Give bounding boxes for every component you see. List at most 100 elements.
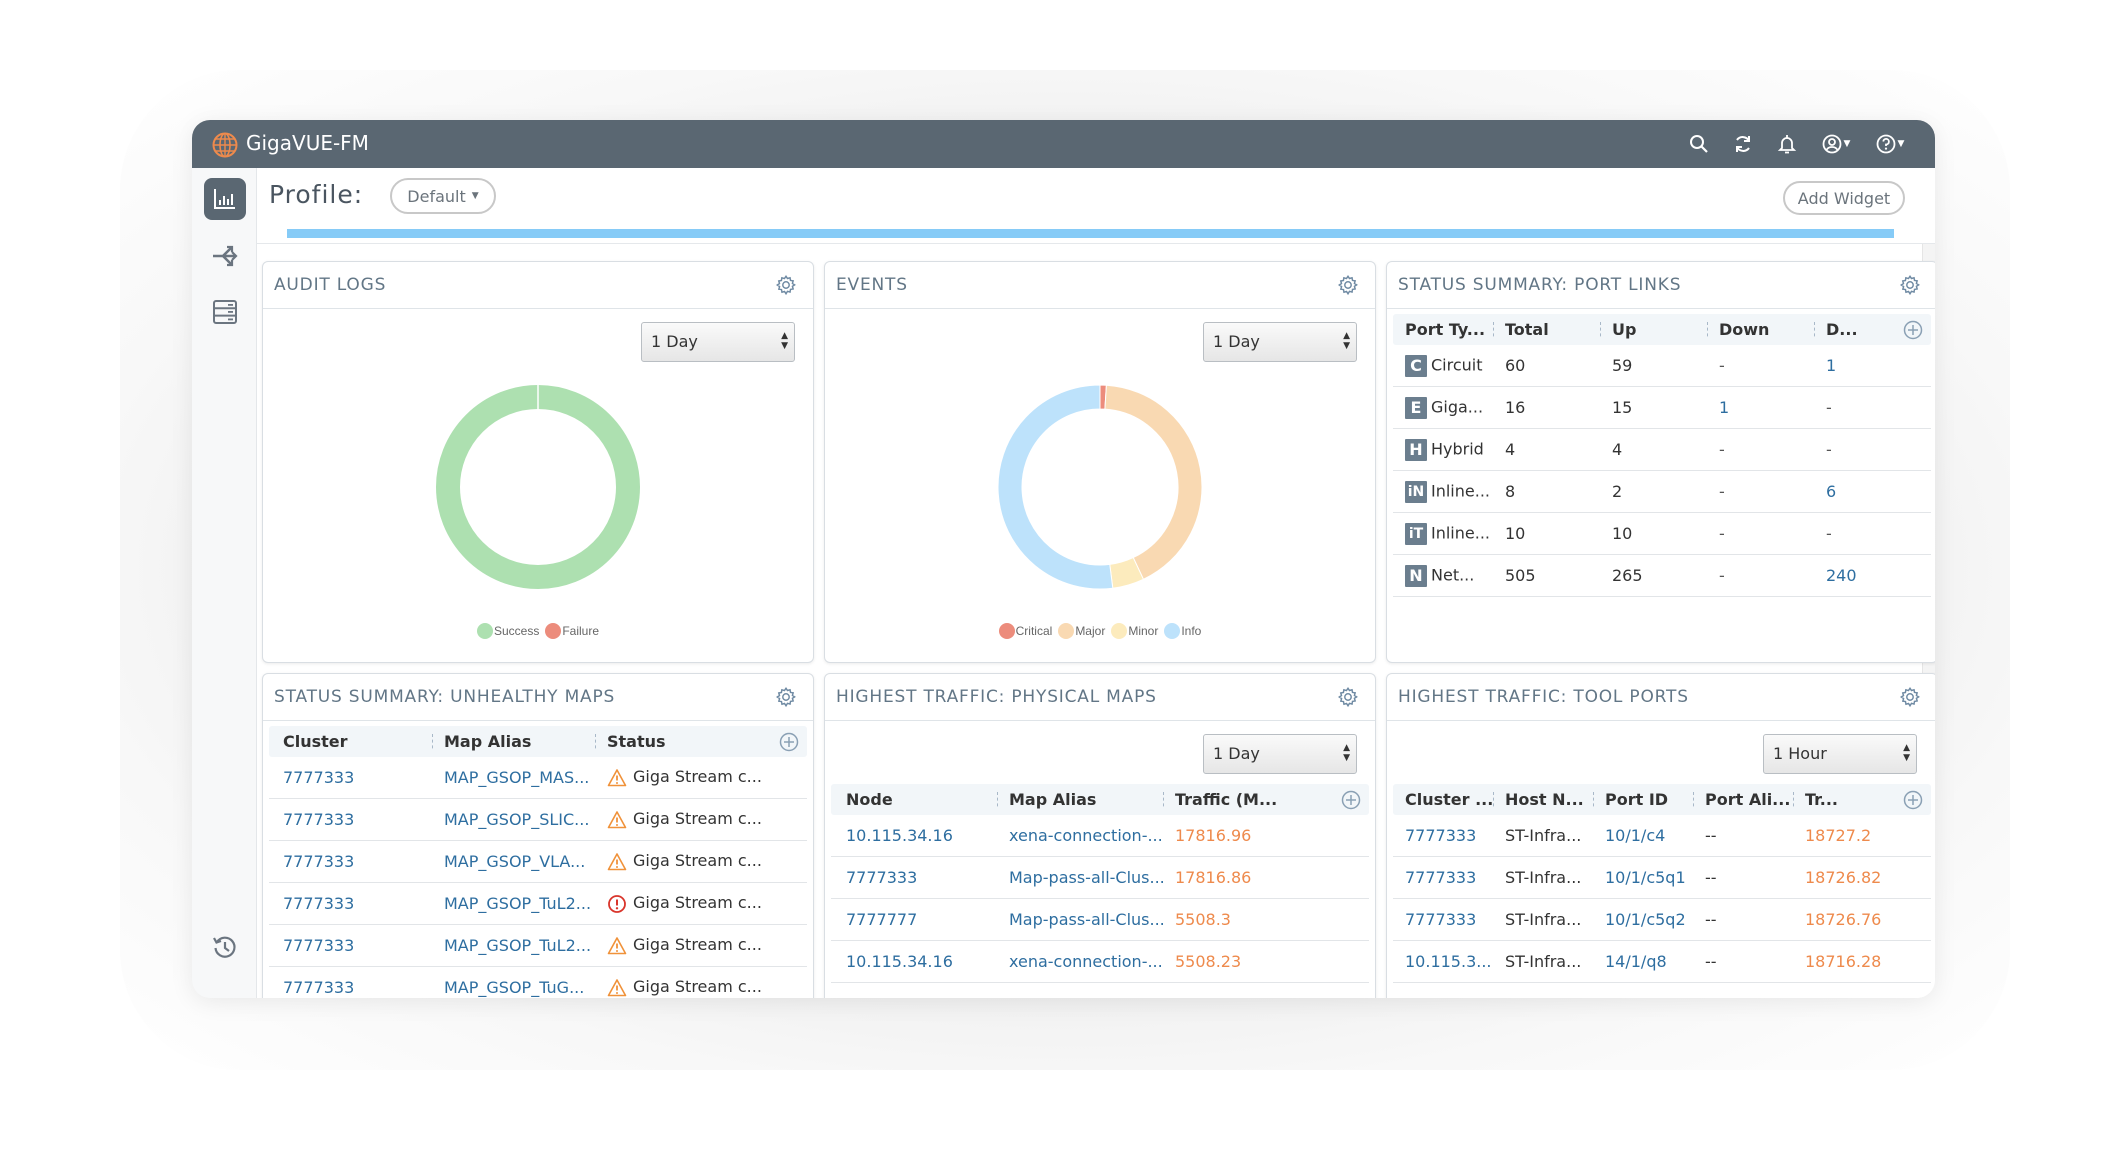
donut-slice-major[interactable] — [1104, 384, 1203, 580]
port-id-link[interactable]: 10/1/c5q1 — [1593, 868, 1693, 887]
table-row[interactable]: 7777333 MAP_GSOP_TuL2... Giga Stream c... — [269, 925, 807, 967]
port-id-link[interactable]: 10/1/c5q2 — [1593, 910, 1693, 929]
audit-logs-range-select[interactable]: 1 Day ▲ ▼ — [641, 322, 795, 362]
gear-icon[interactable] — [1337, 274, 1359, 296]
table-row[interactable]: iN Inline... 8 2 - 6 — [1393, 471, 1931, 513]
node-link[interactable]: 7777777 — [831, 910, 997, 929]
gear-icon[interactable] — [1337, 686, 1359, 708]
cluster-link[interactable]: 7777333 — [269, 978, 432, 997]
map-alias-link[interactable]: MAP_GSOP_TuG... — [432, 978, 595, 997]
gear-icon[interactable] — [775, 274, 797, 296]
column-header[interactable]: Traffic (M... — [1163, 790, 1283, 809]
port-id-link[interactable]: 10/1/c4 — [1593, 826, 1693, 845]
tool-ports-range-select[interactable]: 1 Hour ▲ ▼ — [1763, 734, 1917, 774]
cluster-link[interactable]: 7777333 — [269, 768, 432, 787]
node-link[interactable]: 10.115.34.16 — [831, 826, 997, 845]
notifications-button[interactable] — [1775, 132, 1799, 156]
column-header[interactable]: Port Ty... — [1393, 320, 1493, 339]
search-button[interactable] — [1687, 132, 1711, 156]
gear-icon[interactable] — [775, 686, 797, 708]
table-row[interactable]: 7777333 MAP_GSOP_SLIC... Giga Stream c... — [269, 799, 807, 841]
add-column-icon[interactable] — [1341, 790, 1361, 810]
column-header[interactable]: Tr... — [1793, 790, 1853, 809]
legend-item-minor[interactable]: Minor — [1111, 623, 1158, 639]
column-header[interactable]: Map Alias — [997, 790, 1163, 809]
cluster-link[interactable]: 7777333 — [1393, 826, 1493, 845]
map-alias-link[interactable]: xena-connection-... — [997, 952, 1163, 971]
legend-item-info[interactable]: Info — [1164, 623, 1201, 639]
column-header[interactable]: Cluster — [269, 732, 432, 751]
table-row[interactable]: 7777333 ST-Infra... 10/1/c5q1 -- 18726.82 — [1393, 857, 1931, 899]
table-row[interactable]: 7777333 Map-pass-all-Clus... 17816.86 — [831, 857, 1369, 899]
map-alias-link[interactable]: Map-pass-all-Clus... — [997, 868, 1163, 887]
map-alias-link[interactable]: MAP_GSOP_SLIC... — [432, 810, 595, 829]
map-alias-link[interactable]: MAP_GSOP_TuL2... — [432, 894, 595, 913]
legend-item-critical[interactable]: Critical — [998, 623, 1052, 639]
donut-slice-success[interactable] — [436, 385, 640, 589]
sidebar-item-history[interactable] — [204, 926, 246, 968]
column-header[interactable]: Host N... — [1493, 790, 1593, 809]
down-cell[interactable]: 1 — [1707, 398, 1814, 417]
table-row[interactable]: 10.115.34.16 xena-connection-... 5508.23 — [831, 941, 1369, 983]
table-row[interactable]: E Giga... 16 15 1- — [1393, 387, 1931, 429]
map-alias-link[interactable]: MAP_GSOP_MAS... — [432, 768, 595, 787]
cluster-link[interactable]: 7777333 — [1393, 868, 1493, 887]
table-row[interactable]: 7777777 Map-pass-all-Clus... 5508.3 — [831, 899, 1369, 941]
node-link[interactable]: 7777333 — [831, 868, 997, 887]
table-row[interactable]: C Circuit 60 59 - 1 — [1393, 345, 1931, 387]
table-row[interactable]: 10.115.3... ST-Infra... 14/1/q8 -- 18716.28 — [1393, 941, 1931, 983]
add-widget-button[interactable]: Add Widget — [1783, 181, 1905, 215]
column-header[interactable]: Port ID — [1593, 790, 1693, 809]
sidebar-item-inventory[interactable] — [204, 291, 246, 333]
events-range-select[interactable]: 1 Day ▲ ▼ — [1203, 322, 1357, 362]
column-header[interactable]: Total — [1493, 320, 1600, 339]
table-row[interactable]: 7777333 MAP_GSOP_TuL2... Giga Stream c... — [269, 883, 807, 925]
table-row[interactable]: 7777333 MAP_GSOP_VLA... Giga Stream c... — [269, 841, 807, 883]
table-row[interactable]: H Hybrid 4 4 - - — [1393, 429, 1931, 471]
column-header[interactable]: Map Alias — [432, 732, 595, 751]
physical-maps-range-select[interactable]: 1 Day ▲ ▼ — [1203, 734, 1357, 774]
table-row[interactable]: N Net... 505 265 - 240 — [1393, 555, 1931, 597]
gear-icon[interactable] — [1899, 274, 1921, 296]
user-menu-button[interactable]: ▼ — [1819, 132, 1853, 156]
cluster-link[interactable]: 7777333 — [269, 936, 432, 955]
table-row[interactable]: 7777333 MAP_GSOP_MAS... Giga Stream c... — [269, 757, 807, 799]
table-row[interactable]: iT Inline... 10 10 - - — [1393, 513, 1931, 555]
add-column-icon[interactable] — [1903, 320, 1923, 340]
d-cell[interactable]: 1 — [1814, 356, 1894, 375]
table-row[interactable]: 10.115.34.16 xena-connection-... 17816.96 — [831, 815, 1369, 857]
cluster-link[interactable]: 10.115.3... — [1393, 952, 1493, 971]
d-cell[interactable]: 6 — [1814, 482, 1894, 501]
refresh-button[interactable] — [1731, 132, 1755, 156]
cluster-link[interactable]: 7777333 — [269, 810, 432, 829]
column-header[interactable]: Up — [1600, 320, 1707, 339]
sidebar-item-dashboard[interactable] — [204, 178, 246, 220]
cluster-link[interactable]: 7777333 — [269, 894, 432, 913]
column-header[interactable]: D... — [1814, 320, 1874, 339]
d-cell[interactable]: 240 — [1814, 566, 1894, 585]
legend-item-major[interactable]: Major — [1058, 623, 1105, 639]
gear-icon[interactable] — [1899, 686, 1921, 708]
add-column-icon[interactable] — [779, 732, 799, 752]
help-menu-button[interactable]: ▼ — [1873, 132, 1907, 156]
column-header[interactable]: Node — [831, 790, 997, 809]
legend-item-failure[interactable]: Failure — [545, 623, 599, 639]
legend-item-success[interactable]: Success — [476, 623, 539, 639]
cluster-link[interactable]: 7777333 — [269, 852, 432, 871]
map-alias-link[interactable]: MAP_GSOP_TuL2... — [432, 936, 595, 955]
profile-dropdown[interactable]: Default ▼ — [390, 178, 496, 214]
column-header[interactable]: Status — [595, 732, 745, 751]
node-link[interactable]: 10.115.34.16 — [831, 952, 997, 971]
table-row[interactable]: 7777333 ST-Infra... 10/1/c4 -- 18727.2 — [1393, 815, 1931, 857]
column-header[interactable]: Cluster ... — [1393, 790, 1493, 809]
column-header[interactable]: Down — [1707, 320, 1814, 339]
column-header[interactable]: Port Ali... — [1693, 790, 1793, 809]
table-row[interactable]: 7777333 MAP_GSOP_TuG... Giga Stream c... — [269, 967, 807, 998]
cluster-link[interactable]: 7777333 — [1393, 910, 1493, 929]
map-alias-link[interactable]: Map-pass-all-Clus... — [997, 910, 1163, 929]
sidebar-item-traffic[interactable] — [204, 235, 246, 277]
donut-slice-info[interactable] — [997, 384, 1114, 590]
table-row[interactable]: 7777333 ST-Infra... 10/1/c5q2 -- 18726.76 — [1393, 899, 1931, 941]
port-id-link[interactable]: 14/1/q8 — [1593, 952, 1693, 971]
map-alias-link[interactable]: MAP_GSOP_VLA... — [432, 852, 595, 871]
